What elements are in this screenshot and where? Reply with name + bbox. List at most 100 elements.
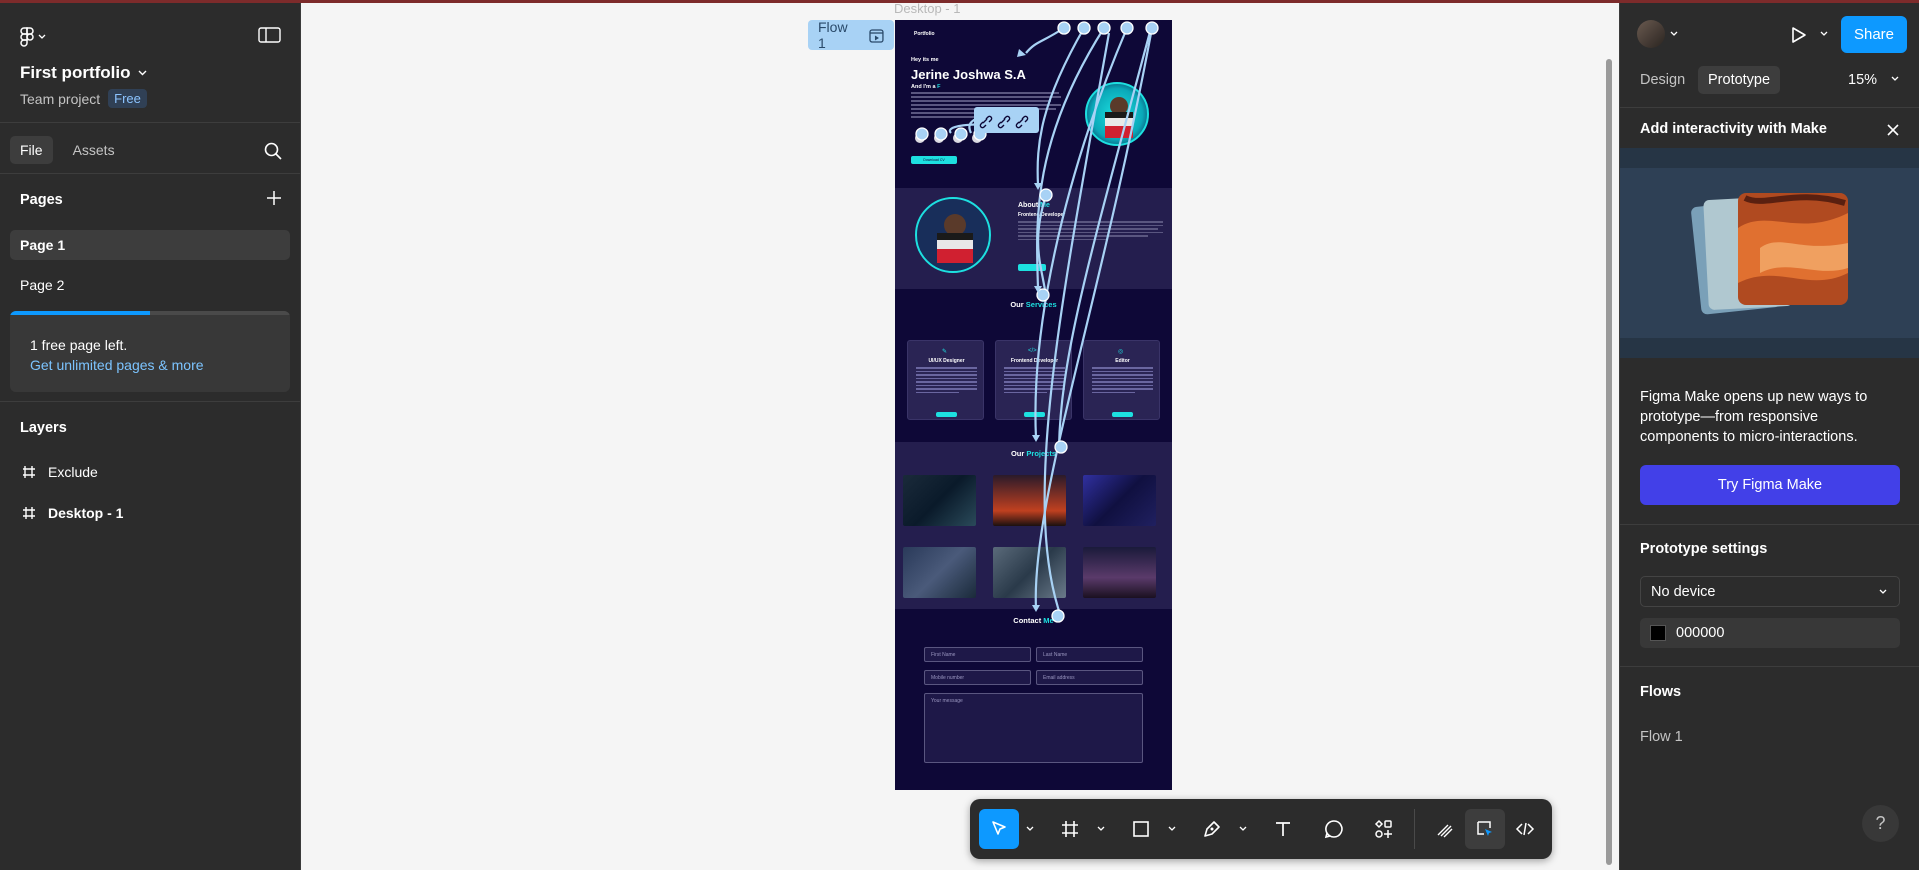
left-tabs: File Assets	[10, 136, 125, 164]
rectangle-icon	[1133, 821, 1149, 837]
download-cv-button[interactable]: Download CV	[911, 156, 957, 164]
tab-prototype[interactable]: Prototype	[1698, 66, 1781, 94]
chevron-down-icon	[1891, 76, 1899, 81]
email-field[interactable]: Email address	[1036, 670, 1143, 685]
hero-avatar	[1085, 82, 1149, 146]
project-image[interactable]	[1083, 475, 1156, 526]
team-name[interactable]: Team project	[20, 91, 100, 107]
service-card[interactable]: </> Frontend Developer	[995, 340, 1072, 420]
about-button[interactable]	[1018, 264, 1046, 271]
chevron-down-icon[interactable]	[1670, 31, 1678, 37]
project-image[interactable]	[903, 475, 976, 526]
file-title[interactable]: First portfolio	[20, 63, 147, 83]
frame-tool-dropdown[interactable]	[1095, 821, 1107, 837]
tab-assets[interactable]: Assets	[63, 136, 125, 164]
service-card-button[interactable]	[1024, 412, 1045, 417]
chevron-down-icon[interactable]	[1820, 31, 1828, 37]
add-page-icon[interactable]	[265, 189, 283, 207]
tab-design[interactable]: Design	[1630, 66, 1695, 94]
present-play-icon[interactable]	[1788, 25, 1808, 45]
pen-icon: ✎	[942, 349, 948, 355]
canvas[interactable]: Desktop - 1 Flow 1 Portfolio Hey its me …	[301, 3, 1619, 870]
plan-badge[interactable]: Free	[108, 89, 147, 108]
color-swatch[interactable]	[1650, 625, 1666, 641]
components-icon	[1374, 819, 1392, 838]
services-title: Our Services	[895, 300, 1172, 309]
comment-tool-button[interactable]	[1314, 809, 1354, 849]
hero-role: And I'm a F	[911, 84, 940, 90]
actions-tool-button[interactable]	[1364, 809, 1404, 849]
background-color-value[interactable]: 000000	[1676, 625, 1724, 641]
help-button[interactable]: ?	[1862, 805, 1899, 842]
move-tool-button[interactable]	[979, 809, 1019, 849]
divider	[0, 401, 300, 402]
background-color-field[interactable]: 000000	[1640, 618, 1900, 648]
upsell-text: 1 free page left.	[30, 337, 128, 353]
divider	[0, 122, 300, 123]
text-tool-button[interactable]	[1263, 809, 1303, 849]
tab-file[interactable]: File	[10, 136, 53, 164]
dev-mode-button[interactable]	[1505, 809, 1545, 849]
user-avatar[interactable]	[1637, 20, 1665, 48]
pen-tool-button[interactable]	[1192, 809, 1232, 849]
about-avatar	[915, 197, 991, 273]
flow-item[interactable]: Flow 1	[1640, 729, 1683, 745]
draw-mode-button[interactable]	[1425, 809, 1465, 849]
bottom-toolbar	[970, 799, 1552, 859]
first-name-field[interactable]: First Name	[924, 647, 1031, 662]
projects-title-text: Our	[1010, 449, 1025, 458]
layer-item-exclude[interactable]: Exclude	[22, 464, 98, 480]
sidebar-toggle-icon[interactable]	[257, 25, 283, 45]
person-icon	[917, 199, 989, 271]
device-select[interactable]: No device	[1640, 576, 1900, 607]
divider	[1620, 666, 1919, 667]
upsell-link[interactable]: Get unlimited pages & more	[30, 357, 204, 373]
last-name-field[interactable]: Last Name	[1036, 647, 1143, 662]
service-card-text	[916, 367, 977, 395]
service-card[interactable]: ✎ UI/UX Designer	[907, 340, 984, 420]
project-image[interactable]	[993, 547, 1066, 598]
frame-name-label[interactable]: Desktop - 1	[894, 3, 960, 16]
message-field[interactable]: Your message	[924, 693, 1143, 763]
project-image[interactable]	[993, 475, 1066, 526]
page-item-1[interactable]: Page 1	[10, 230, 290, 260]
chevron-down-icon	[1879, 589, 1887, 594]
make-illustration	[1620, 148, 1919, 358]
canvas-scrollbar[interactable]	[1606, 59, 1612, 865]
try-figma-make-button[interactable]: Try Figma Make	[1640, 465, 1900, 505]
flow-start-tag[interactable]: Flow 1	[808, 19, 894, 51]
frame-tool-button[interactable]	[1050, 809, 1090, 849]
figma-logo-icon	[20, 27, 34, 47]
upsell-progress-fill	[10, 311, 150, 315]
service-card-button[interactable]	[1112, 412, 1133, 417]
zoom-control[interactable]: 15%	[1848, 72, 1899, 88]
layer-item-desktop[interactable]: Desktop - 1	[22, 505, 123, 521]
mobile-field[interactable]: Mobile number	[924, 670, 1031, 685]
main-menu-button[interactable]	[20, 25, 60, 49]
toolbar-divider	[1414, 809, 1415, 849]
share-button[interactable]: Share	[1841, 16, 1907, 53]
project-image[interactable]	[1083, 547, 1156, 598]
shape-tool-dropdown[interactable]	[1166, 821, 1178, 837]
page-item-2[interactable]: Page 2	[10, 270, 290, 300]
about-paragraph	[1018, 221, 1163, 242]
about-title: About Me	[1018, 202, 1050, 209]
search-icon[interactable]	[263, 141, 283, 161]
chevron-down-icon	[138, 70, 147, 76]
desktop-frame[interactable]: Portfolio Hey its me Jerine Joshwa S.A A…	[895, 20, 1172, 790]
project-image[interactable]	[903, 547, 976, 598]
pen-tool-dropdown[interactable]	[1237, 821, 1249, 837]
service-card-button[interactable]	[936, 412, 957, 417]
chevron-down-icon	[38, 34, 46, 39]
move-tool-dropdown[interactable]	[1024, 821, 1036, 837]
exclude-icon	[23, 466, 35, 478]
shape-tool-button[interactable]	[1121, 809, 1161, 849]
close-icon[interactable]	[1885, 122, 1901, 138]
about-title-hl: Me	[1040, 202, 1050, 209]
text-icon	[1276, 822, 1290, 836]
design-mode-button[interactable]	[1465, 809, 1505, 849]
service-card[interactable]: ◎ Editor	[1083, 340, 1160, 420]
hero-role-text: And I'm a	[911, 84, 936, 90]
services-title-text: Our	[1010, 300, 1024, 309]
service-card-title: UI/UX Designer	[928, 358, 965, 364]
